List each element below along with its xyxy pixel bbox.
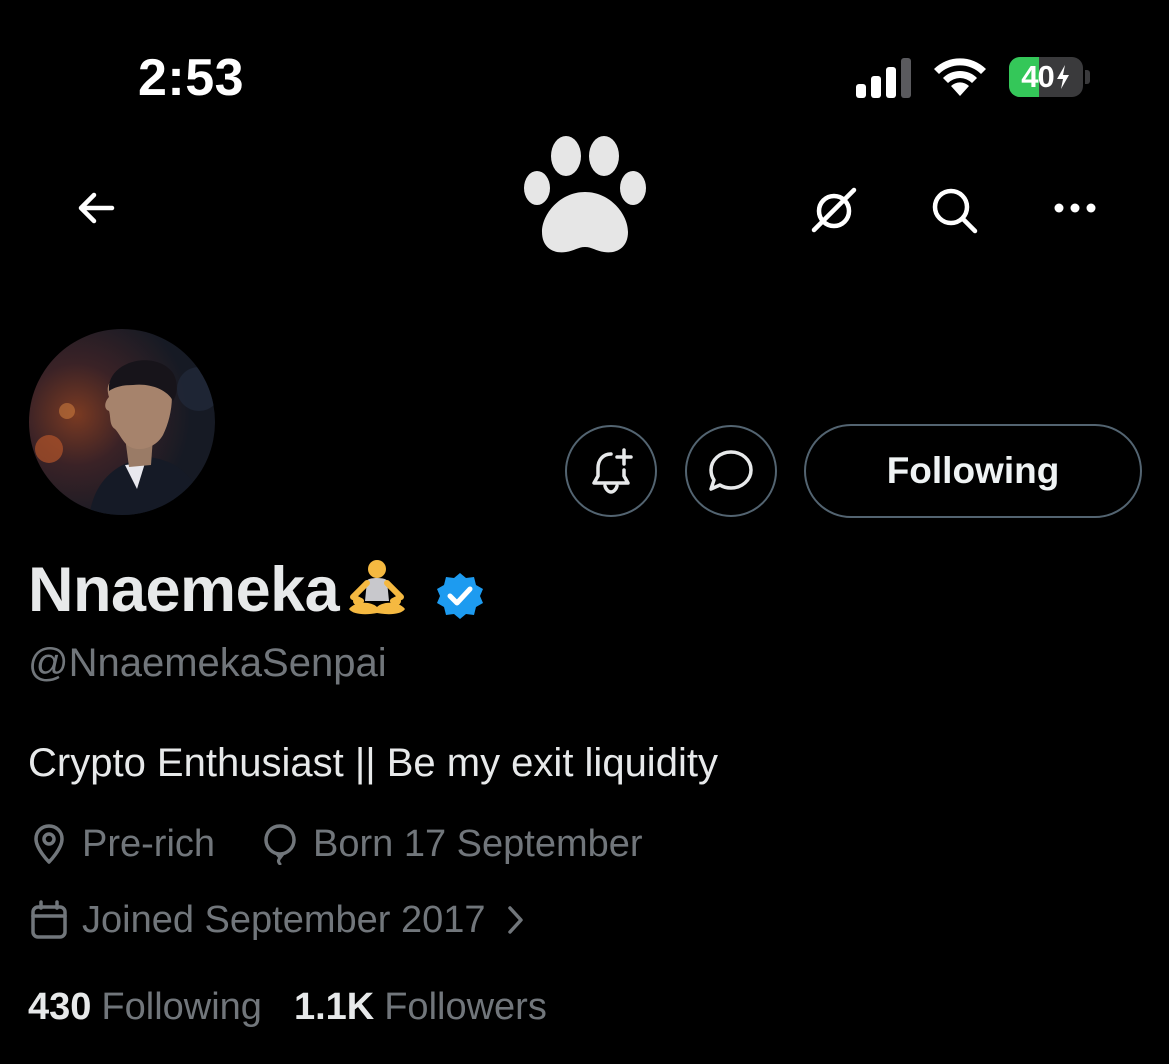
search-icon[interactable] [926, 182, 982, 238]
notifications-button[interactable] [565, 425, 657, 517]
following-count: 430 [28, 986, 92, 1028]
profile-meta-row: Pre-rich Born 17 September [28, 822, 643, 866]
calendar-icon [31, 900, 67, 939]
message-button[interactable] [685, 425, 777, 517]
birthday-text: Born 17 September [313, 823, 643, 865]
more-options-icon[interactable] [1050, 190, 1100, 226]
location-pin-icon [34, 824, 64, 864]
charging-bolt-icon [1056, 65, 1069, 89]
balloon-icon [264, 824, 296, 865]
back-arrow-icon[interactable] [72, 184, 120, 232]
follow-stats: 430 Following 1.1K Followers [28, 984, 547, 1030]
followers-label: Followers [384, 986, 547, 1028]
followers-stat[interactable]: 1.1K Followers [294, 984, 547, 1030]
battery-percent: 40 [1009, 57, 1083, 97]
avatar[interactable] [27, 327, 217, 517]
paw-icon [520, 134, 650, 256]
bell-plus-icon [592, 448, 633, 494]
following-label: Following [101, 986, 262, 1028]
verified-badge-icon[interactable] [435, 565, 485, 619]
display-name: Nnaemeka [28, 555, 340, 625]
profile-bio: Crypto Enthusiast || Be my exit liquidit… [28, 741, 718, 785]
location-text: Pre-rich [82, 823, 216, 865]
following-stat[interactable]: 430 Following [28, 984, 262, 1030]
wifi-icon [932, 56, 988, 98]
chevron-right-icon [507, 906, 523, 934]
display-name-row: Nnaemeka [28, 555, 485, 625]
battery-indicator: 40 [1009, 57, 1083, 97]
lotus-position-emoji-icon [341, 557, 413, 623]
joined-date-row[interactable]: Joined September 2017 [28, 898, 530, 942]
status-time: 2:53 [138, 49, 245, 107]
joined-text: Joined September 2017 [82, 899, 486, 941]
cellular-signal-icon [856, 58, 914, 98]
followers-count: 1.1K [293, 986, 375, 1028]
message-bubble-icon [709, 450, 753, 491]
user-handle: @NnaemekaSenpai [28, 641, 387, 685]
grok-icon[interactable] [806, 182, 862, 238]
following-button[interactable]: Following [804, 424, 1142, 518]
battery-nub [1085, 70, 1090, 84]
